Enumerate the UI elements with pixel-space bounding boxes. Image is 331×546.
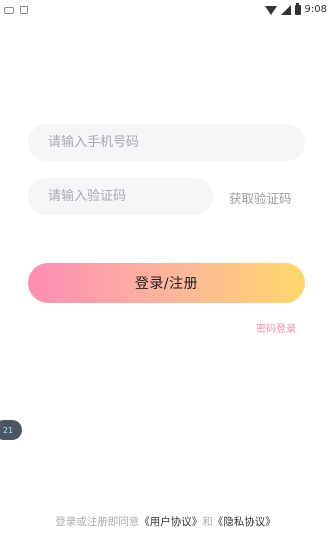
wifi-icon bbox=[264, 5, 277, 15]
login-register-button[interactable]: 登录/注册 bbox=[28, 263, 305, 303]
agreement-prefix: 登录或注册即同意 bbox=[55, 516, 140, 528]
password-login-link[interactable]: 密码登录 bbox=[256, 320, 296, 335]
agreement-and: 和 bbox=[202, 516, 213, 528]
status-indicators: 9:08 bbox=[264, 3, 327, 16]
status-time: 9:08 bbox=[304, 4, 327, 15]
battery-icon bbox=[294, 3, 301, 15]
login-screen: 9:08 获取验证码 登录/注册 密码登录 21 登录或注册即同意《用户协议》和… bbox=[0, 0, 331, 546]
agreement-text: 登录或注册即同意《用户协议》和《隐私协议》 bbox=[0, 514, 331, 529]
privacy-agreement-link[interactable]: 《隐私协议》 bbox=[213, 516, 276, 528]
status-bar: 9:08 bbox=[0, 0, 331, 22]
app-notification-icon bbox=[20, 6, 28, 14]
floating-bubble-label: 21 bbox=[2, 425, 14, 435]
notification-icon bbox=[4, 6, 14, 14]
verification-code-input[interactable] bbox=[28, 178, 213, 215]
phone-number-input[interactable] bbox=[28, 124, 305, 161]
user-agreement-link[interactable]: 《用户协议》 bbox=[139, 516, 202, 528]
floating-assistant-bubble[interactable]: 21 bbox=[0, 420, 22, 440]
get-code-button[interactable]: 获取验证码 bbox=[229, 188, 292, 207]
signal-icon bbox=[280, 5, 291, 15]
status-notifications bbox=[4, 6, 28, 14]
